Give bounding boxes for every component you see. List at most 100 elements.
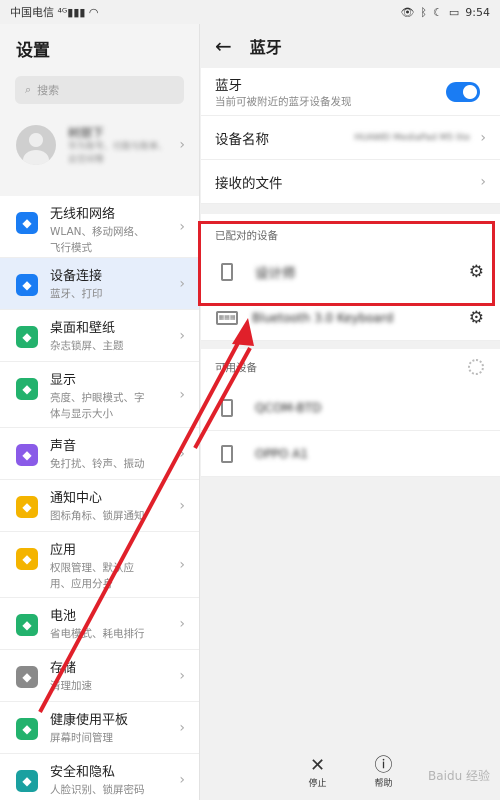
available-device[interactable]: QCOM-BTD <box>201 385 500 431</box>
chevron-right-icon: › <box>179 275 185 292</box>
bell-icon: ◆ <box>16 496 38 518</box>
sound-icon: ◆ <box>16 444 38 466</box>
bluetooth-switch[interactable] <box>446 81 480 102</box>
profile-desc-2: 云空间等 <box>68 154 105 165</box>
sidebar-item-label: 健康使用平板 <box>50 713 129 728</box>
chevron-right-icon: › <box>480 173 486 190</box>
wallpaper-icon: ◆ <box>16 326 38 348</box>
paired-device-phone[interactable]: 设计师 ⚙ <box>201 249 500 295</box>
sidebar-item[interactable]: ◆ 通知中心图标角标、锁屏通知 › <box>0 480 199 532</box>
paired-device-keyboard[interactable]: ▦▦▦ Bluetooth 3.0 Keyboard ⚙ <box>201 295 500 341</box>
hourglass-icon: ◆ <box>16 718 38 740</box>
status-icons: 👁 ᛒ ☾ ▭ 9:54 <box>400 6 490 19</box>
sidebar-item-sub: 亮度、护眼模式、字 <box>50 392 145 404</box>
bluetooth-pane: ← 蓝牙 蓝牙 当前可被附近的蓝牙设备发现 设备名称 HUAWEI MediaP… <box>201 24 500 800</box>
received-files-row[interactable]: 接收的文件 › <box>201 160 500 204</box>
sidebar-item[interactable]: ◆ 安全和隐私 人脸识别、锁屏密码 › <box>0 754 199 800</box>
help-label: 帮助 <box>374 779 393 789</box>
available-devices-card: 可用设备 QCOM-BTD OPPO A1 <box>201 349 500 477</box>
account-profile[interactable]: 树朋下 华为账号、付款与账单、 云空间等 › <box>0 104 199 186</box>
chevron-right-icon: › <box>179 497 185 514</box>
sidebar-item-label: 应用 <box>50 543 77 558</box>
device-name-label: 设备名称 <box>215 131 269 148</box>
search-icon: ⌕ <box>25 83 32 96</box>
stop-label: 停止 <box>308 779 327 789</box>
available-device[interactable]: OPPO A1 <box>201 431 500 477</box>
chevron-right-icon: › <box>480 129 486 146</box>
stop-button[interactable]: ✕ 停止 <box>308 756 326 800</box>
paired-devices-card: 已配对的设备 设计师 ⚙ ▦▦▦ Bluetooth 3.0 Keyboard … <box>201 214 500 341</box>
chevron-right-icon: › <box>179 445 185 462</box>
sidebar-item[interactable]: ◆ 健康使用平板 屏幕时间管理 › <box>0 702 199 754</box>
available-device-name: QCOM-BTD <box>255 400 322 415</box>
search-placeholder: 搜索 <box>37 84 60 97</box>
sidebar-item-label: 桌面和壁纸 <box>50 321 116 336</box>
gear-icon[interactable]: ⚙ <box>469 262 484 282</box>
device-link-icon: ◆ <box>16 274 38 296</box>
device-name-row[interactable]: 设备名称 HUAWEI MediaPad M5 lite › <box>201 116 500 160</box>
bluetooth-toggle-row[interactable]: 蓝牙 当前可被附近的蓝牙设备发现 <box>201 68 500 116</box>
sidebar-item-sub: 图标角标、锁屏通知 <box>50 510 145 522</box>
profile-desc-1: 华为账号、付款与账单、 <box>68 141 168 152</box>
sidebar-item-label: 通知中心 <box>50 491 103 506</box>
sidebar-item[interactable]: ◆ 电池 省电模式、耗电排行 › <box>0 598 199 650</box>
page-title: 蓝牙 <box>249 38 282 57</box>
chevron-right-icon: › <box>179 386 185 403</box>
available-devices-label: 可用设备 <box>215 361 257 374</box>
settings-sidebar: 设置 ⌕ 搜索 树朋下 华为账号、付款与账单、 云空间等 › ◆ 无线和网络 WLA… <box>0 24 200 800</box>
sidebar-item-sub: 清理加速 <box>50 680 92 692</box>
sidebar-item[interactable]: ◆ 声音免打扰、铃声、振动 › <box>0 428 199 480</box>
sidebar-item-label: 电池 <box>50 609 77 624</box>
sidebar-item[interactable]: ◆ 无线和网络 WLAN、移动网络、 飞行模式 › <box>0 196 199 258</box>
gear-icon[interactable]: ⚙ <box>469 308 484 328</box>
search-input[interactable]: ⌕ 搜索 <box>15 76 184 104</box>
bluetooth-icon: ᛒ <box>420 5 428 19</box>
clock: 9:54 <box>465 5 490 19</box>
status-bar: 中国电信 ⁴ᴳ▮▮▮ ◠ 👁 ᛒ ☾ ▭ 9:54 <box>0 0 500 24</box>
bluetooth-settings-card: 蓝牙 当前可被附近的蓝牙设备发现 设备名称 HUAWEI MediaPad M5… <box>201 68 500 204</box>
help-icon: ⓘ <box>374 755 393 776</box>
bluetooth-sub: 当前可被附近的蓝牙设备发现 <box>215 96 352 108</box>
profile-name: 树朋下 <box>68 125 105 140</box>
available-device-name: OPPO A1 <box>255 446 309 461</box>
sidebar-item-sub: 蓝牙、打印 <box>50 288 103 300</box>
available-header: 可用设备 <box>201 349 500 385</box>
settings-menu: ◆ 无线和网络 WLAN、移动网络、 飞行模式 › ◆ 设备连接 蓝牙、打印 › ◆ 桌面和壁纸 杂志… <box>0 196 199 800</box>
bluetooth-header: ← 蓝牙 <box>201 24 500 68</box>
avatar <box>16 125 56 165</box>
chevron-right-icon: › <box>179 667 185 684</box>
loading-spinner-icon <box>468 359 484 375</box>
sidebar-item-sub: 屏幕时间管理 <box>50 732 113 744</box>
sidebar-item-label: 安全和隐私 <box>50 765 116 780</box>
help-button[interactable]: ⓘ 帮助 <box>375 756 393 800</box>
watermark: Baidu 经验 <box>428 769 490 783</box>
sidebar-item-sub: 用、应用分身 <box>50 578 113 590</box>
chevron-right-icon: › <box>179 615 185 632</box>
carrier-label: 中国电信 ⁴ᴳ▮▮▮ ◠ <box>10 6 99 19</box>
battery-status-icon: ▭ <box>448 5 460 19</box>
chevron-right-icon: › <box>179 556 185 573</box>
sidebar-item[interactable]: ◆ 应用权限管理、默认应 用、应用分身 › <box>0 532 199 598</box>
shield-icon: ◆ <box>16 770 38 792</box>
sidebar-item-label: 显示 <box>50 373 77 388</box>
sidebar-item-label: 无线和网络 <box>50 207 116 222</box>
sidebar-item[interactable]: ◆ 显示 亮度、护眼模式、字 体与显示大小 › <box>0 362 199 428</box>
sidebar-item-sub: 飞行模式 <box>50 242 92 254</box>
phone-icon <box>221 444 233 463</box>
sidebar-item[interactable]: ◆ 存储 清理加速 › <box>0 650 199 702</box>
apps-icon: ◆ <box>16 548 38 570</box>
eye-icon: 👁 <box>400 5 415 19</box>
sidebar-item-sub: 人脸识别、锁屏密码 <box>50 784 145 796</box>
battery-icon: ◆ <box>16 614 38 636</box>
received-files-label: 接收的文件 <box>215 175 283 192</box>
sidebar-item-label: 声音 <box>50 439 77 454</box>
settings-title: 设置 <box>16 41 50 61</box>
back-arrow-icon[interactable]: ← <box>215 34 232 58</box>
close-icon: ✕ <box>309 755 326 776</box>
phone-icon <box>221 398 233 417</box>
sidebar-item-sub: 权限管理、默认应 <box>50 562 134 574</box>
sidebar-item-sub: 免打扰、铃声、振动 <box>50 458 145 470</box>
chevron-right-icon: › <box>179 719 185 736</box>
sidebar-item[interactable]: ◆ 设备连接 蓝牙、打印 › <box>0 258 199 310</box>
sidebar-item[interactable]: ◆ 桌面和壁纸 杂志锁屏、主题 › <box>0 310 199 362</box>
